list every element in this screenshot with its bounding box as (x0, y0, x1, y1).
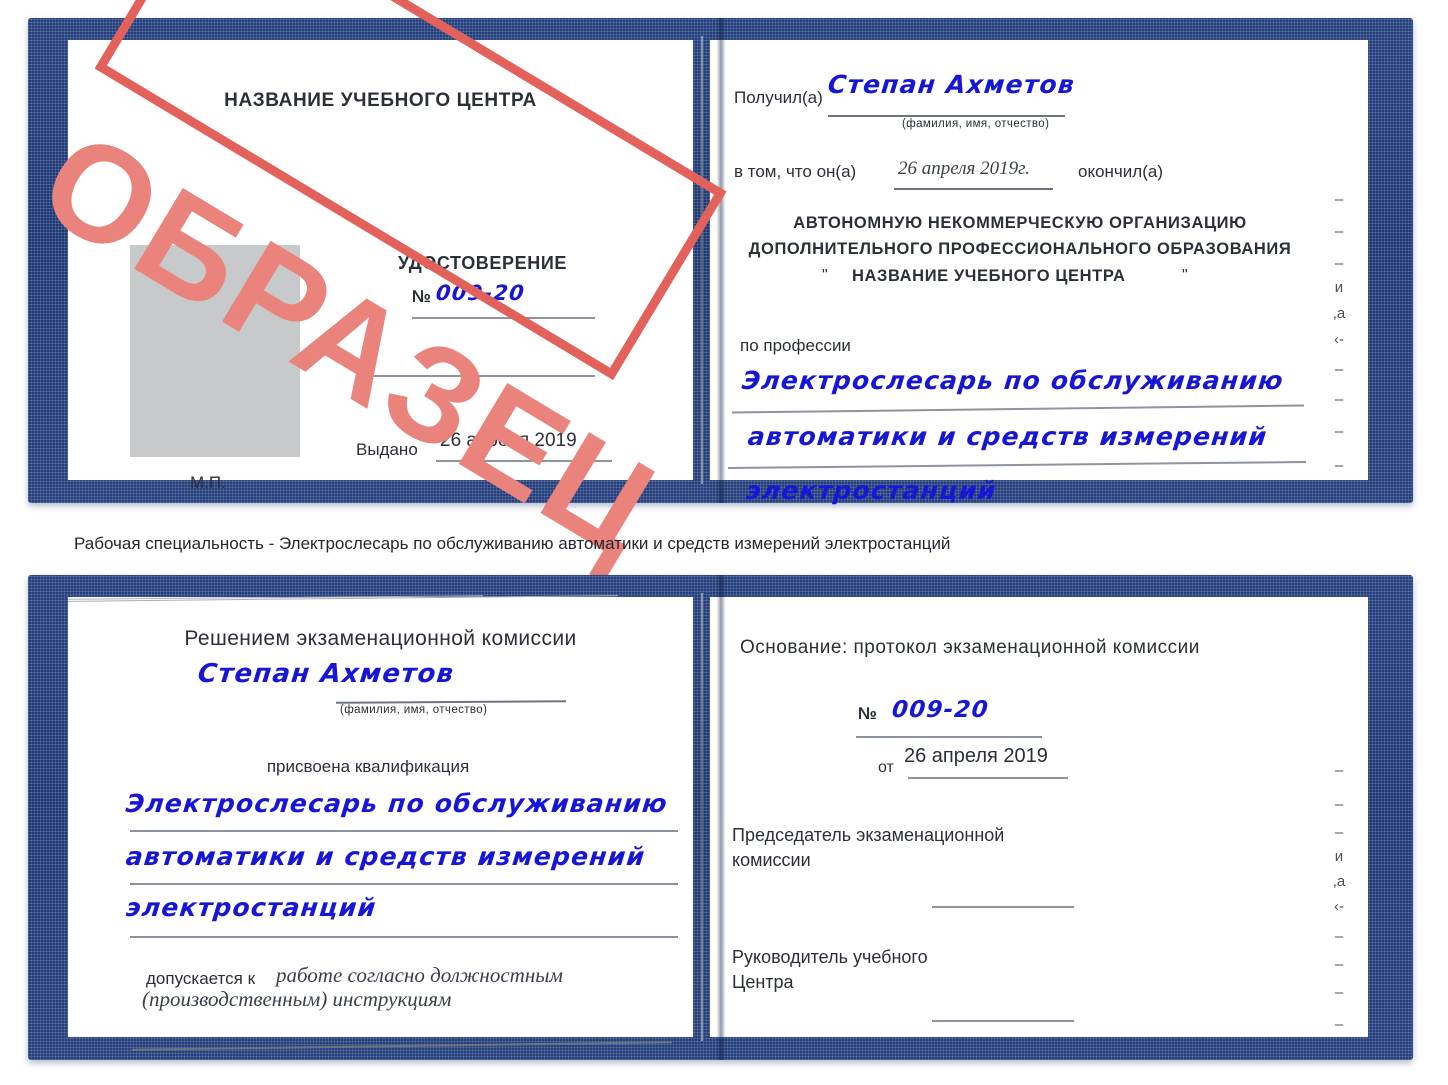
received-name-value: Степан Ахметов (826, 70, 1077, 99)
edge-fragment-5: ‹- (1334, 331, 1344, 348)
document-type-label: УДОСТОВЕРЕНИЕ (398, 253, 567, 273)
completion-rule-line (894, 188, 1053, 190)
organization-line-2: ДОПОЛНИТЕЛЬНОГО ПРОФЕССИОНАЛЬНОГО ОБРАЗО… (748, 240, 1292, 258)
admitted-value-line-2: (производственным) инструкциям (142, 987, 452, 1011)
graduate-name-rule (335, 700, 567, 704)
profession-value-line-2: автоматики и средств измерений (746, 422, 1269, 451)
admitted-rule-3 (132, 1041, 672, 1051)
edge-fragment-b4: ,а (1332, 873, 1346, 890)
name-hint-label: (фамилия, имя, отчество) (902, 118, 1050, 130)
edge-fragment-0: – (1334, 191, 1344, 208)
received-label: Получил(а) (734, 88, 823, 107)
protocol-number-value: 009-20 (890, 697, 991, 723)
admitted-value-line-1: работе согласно должностным (276, 963, 563, 987)
graduate-name-value: Степан Ахметов (196, 659, 456, 689)
profession-label: по профессии (740, 336, 851, 355)
profession-value-line-3: электростанций (744, 476, 998, 505)
page-caption: Рабочая специальность - Электрослесарь п… (74, 534, 951, 553)
edge-fragment-b7: – (1334, 956, 1344, 973)
quote-close: " (1182, 267, 1188, 284)
protocol-from-label: от (878, 759, 894, 776)
blank-rule-line-1 (373, 375, 595, 377)
edge-fragment-9: – (1334, 457, 1344, 474)
protocol-number-label: № (858, 704, 877, 723)
edge-fragment-6: – (1334, 361, 1344, 378)
certificate-bottom-left-page: Решением экзаменационной комиссии Степан… (68, 595, 693, 1051)
admitted-label: допускается к (146, 969, 256, 988)
qualification-label: присвоена квалификация (266, 757, 470, 776)
edge-fragment-b1: – (1334, 796, 1344, 813)
number-symbol-label: № (412, 287, 431, 306)
edge-fragment-b2: – (1334, 824, 1344, 841)
edge-fragment-1: – (1334, 223, 1344, 240)
chairman-label-line-2: комиссии (732, 850, 811, 870)
chairman-signature-rule (932, 906, 1074, 908)
number-rule-line (412, 317, 595, 319)
qualification-value-line-1: Электрослесарь по обслуживанию (124, 789, 670, 818)
edge-fragment-b3: и (1334, 848, 1344, 865)
certificate-number-value: 009-20 (434, 281, 527, 305)
head-label-line-2: Центра (732, 972, 794, 992)
certificate-top-spine (701, 36, 703, 484)
completion-date-value: 26 апреля 2019г. (898, 158, 1030, 179)
protocol-from-rule (908, 777, 1068, 779)
edge-fragment-2: – (1334, 255, 1344, 272)
basis-label: Основание: протокол экзаменационной коми… (740, 637, 1200, 658)
protocol-from-date: 26 апреля 2019 (904, 745, 1048, 767)
profession-rule-2 (728, 460, 1306, 469)
profession-rule-1 (732, 404, 1304, 414)
certificate-top-right-page: Получил(а) Степан Ахметов (фамилия, имя,… (710, 40, 1368, 505)
issued-rule-line (436, 460, 612, 462)
qualification-value-line-2: автоматики и средств измерений (124, 842, 647, 871)
head-signature-rule (932, 1020, 1074, 1022)
organization-name: НАЗВАНИЕ УЧЕБНОГО ЦЕНТРА (852, 267, 1126, 285)
edge-fragment-b8: – (1334, 984, 1344, 1001)
seal-place-label: М.П. (190, 473, 226, 492)
edge-fragment-7: – (1334, 391, 1344, 408)
organization-line-1: АВТОНОМНУЮ НЕКОММЕРЧЕСКУЮ ОРГАНИЗАЦИЮ (793, 214, 1247, 232)
certificate-bottom-right-page: Основание: протокол экзаменационной коми… (710, 597, 1368, 1037)
commission-decision-heading: Решением экзаменационной комиссии (184, 627, 577, 650)
graduate-name-hint: (фамилия, имя, отчество) (340, 704, 488, 716)
screenshot-canvas: НАЗВАНИЕ УЧЕБНОГО ЦЕНТРА УДОСТОВЕРЕНИЕ №… (0, 0, 1448, 1085)
in-that-label: в том, что он(а) (734, 162, 857, 181)
qualification-rule-2 (130, 883, 678, 885)
edge-fragment-b6: – (1334, 928, 1344, 945)
edge-fragment-b9: – (1334, 1016, 1344, 1033)
head-label-line-1: Руководитель учебного (732, 947, 928, 967)
protocol-number-rule (856, 736, 1042, 738)
edge-fragment-8: – (1334, 423, 1344, 440)
training-center-title: НАЗВАНИЕ УЧЕБНОГО ЦЕНТРА (224, 90, 537, 111)
edge-fragment-b0: – (1334, 762, 1344, 779)
certificate-top-left-page: НАЗВАНИЕ УЧЕБНОГО ЦЕНТРА УДОСТОВЕРЕНИЕ №… (68, 40, 693, 492)
certificate-bottom-spine (701, 593, 703, 1041)
issued-date-value: 26 апреля 2019 (440, 430, 577, 451)
received-rule-line (828, 115, 1065, 117)
certificate-top-cover: НАЗВАНИЕ УЧЕБНОГО ЦЕНТРА УДОСТОВЕРЕНИЕ №… (28, 18, 1413, 505)
photo-placeholder (130, 245, 300, 457)
qualification-rule-1 (130, 830, 678, 832)
edge-fragment-4: ,а (1332, 305, 1346, 322)
chairman-label-line-1: Председатель экзаменационной (732, 825, 1005, 845)
edge-fragment-b5: ‹- (1334, 898, 1344, 915)
finished-label: окончил(а) (1078, 162, 1163, 181)
quote-open: " (822, 267, 828, 284)
certificate-bottom-cover: Решением экзаменационной комиссии Степан… (28, 575, 1413, 1060)
qualification-rule-3 (130, 936, 678, 938)
profession-value-line-1: Электрослесарь по обслуживанию (740, 366, 1286, 395)
issued-label: Выдано (356, 440, 418, 459)
qualification-value-line-3: электростанций (124, 893, 378, 922)
edge-fragment-3: и (1334, 279, 1344, 296)
